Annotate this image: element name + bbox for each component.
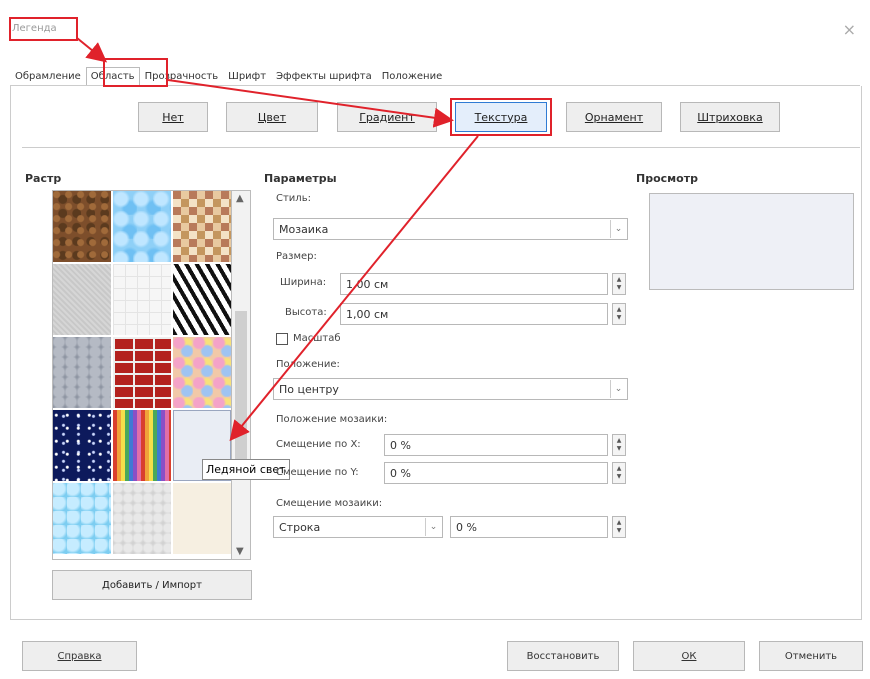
params-heading: Параметры: [264, 172, 337, 185]
texture-swatch[interactable]: [113, 191, 171, 262]
size-label: Размер:: [276, 251, 317, 262]
fill-pattern-button[interactable]: Орнамент: [566, 102, 662, 132]
scale-checkbox[interactable]: [276, 333, 288, 345]
add-import-button[interactable]: Добавить / Импорт: [52, 570, 252, 600]
tab-highlight-box: [103, 58, 168, 87]
texture-swatch[interactable]: [173, 264, 231, 335]
width-spinner[interactable]: ▲ ▼: [612, 273, 626, 295]
texture-swatch[interactable]: [173, 483, 231, 554]
chevron-down-icon: ⌄: [610, 220, 626, 238]
offset-y-spinner[interactable]: ▲ ▼: [612, 462, 626, 484]
texture-highlight-box: [450, 98, 552, 136]
style-select[interactable]: Мозаика ⌄: [273, 218, 628, 240]
fill-color-button[interactable]: Цвет: [226, 102, 318, 132]
texture-swatch[interactable]: [53, 483, 111, 554]
texture-swatch[interactable]: [113, 337, 171, 408]
scale-label: Масштаб: [293, 333, 341, 344]
cancel-button[interactable]: Отменить: [759, 641, 863, 671]
tab-font-effects[interactable]: Эффекты шрифта: [271, 67, 377, 86]
tile-offset-mode-value: Строка: [279, 521, 321, 534]
title-highlight-box: [9, 17, 78, 41]
texture-swatch[interactable]: [53, 410, 111, 481]
tab-borders[interactable]: Обрамление: [10, 67, 86, 86]
style-select-value: Мозаика: [279, 223, 329, 236]
style-label: Стиль:: [276, 193, 311, 204]
texture-scrollbar[interactable]: ▲ ▼: [232, 190, 251, 560]
offset-x-spinner[interactable]: ▲ ▼: [612, 434, 626, 456]
position-label: Положение:: [276, 359, 340, 370]
fill-gradient-button[interactable]: Градиент: [337, 102, 437, 132]
tile-offset-field[interactable]: 0 %: [450, 516, 608, 538]
texture-swatch[interactable]: [53, 264, 111, 335]
texture-swatch[interactable]: [113, 483, 171, 554]
offset-x-field[interactable]: 0 %: [384, 434, 608, 456]
close-icon[interactable]: ×: [843, 20, 856, 39]
tile-offset-mode-select[interactable]: Строка ⌄: [273, 516, 443, 538]
tab-position[interactable]: Положение: [377, 67, 448, 86]
height-field[interactable]: 1,00 см: [340, 303, 608, 325]
arrow-title-to-tab: [76, 37, 108, 63]
texture-swatch[interactable]: [113, 410, 171, 481]
scroll-up-icon[interactable]: ▲: [236, 193, 244, 204]
raster-heading: Растр: [25, 172, 62, 185]
offset-y-field[interactable]: 0 %: [384, 462, 608, 484]
chevron-down-icon: ⌄: [610, 380, 626, 398]
scroll-thumb[interactable]: [235, 311, 247, 466]
height-label: Высота:: [285, 307, 327, 318]
scroll-down-icon[interactable]: ▼: [236, 546, 244, 557]
preview-heading: Просмотр: [636, 172, 698, 185]
offset-x-label: Смещение по X:: [276, 439, 361, 450]
tab-bar: Обрамление Область Прозрачность Шрифт Эф…: [10, 64, 447, 86]
tile-offset-spinner[interactable]: ▲ ▼: [612, 516, 626, 538]
tile-offset-label: Смещение мозаики:: [276, 498, 383, 509]
preview-box: [649, 193, 854, 290]
texture-swatch[interactable]: [53, 337, 111, 408]
height-spinner[interactable]: ▲ ▼: [612, 303, 626, 325]
chevron-down-icon: ⌄: [425, 518, 441, 536]
ok-button[interactable]: ОК: [633, 641, 745, 671]
fill-hatching-button[interactable]: Штриховка: [680, 102, 780, 132]
texture-grid[interactable]: [52, 190, 232, 560]
texture-swatch[interactable]: [173, 337, 231, 408]
width-field[interactable]: 1,00 см: [340, 273, 608, 295]
position-select[interactable]: По центру ⌄: [273, 378, 628, 400]
help-button[interactable]: Справка: [22, 641, 137, 671]
texture-swatch[interactable]: [53, 191, 111, 262]
tile-position-label: Положение мозаики:: [276, 414, 388, 425]
texture-swatch[interactable]: [173, 191, 231, 262]
section-divider: [22, 147, 860, 148]
position-select-value: По центру: [279, 383, 339, 396]
offset-y-label: Смещение по Y:: [276, 467, 359, 478]
reset-button[interactable]: Восстановить: [507, 641, 619, 671]
texture-swatch[interactable]: [113, 264, 171, 335]
fill-none-button[interactable]: Нет: [138, 102, 208, 132]
area-dialog: Легенда × Обрамление Область Прозрачност…: [0, 0, 870, 679]
tab-font[interactable]: Шрифт: [223, 67, 271, 86]
width-label: Ширина:: [280, 277, 327, 288]
